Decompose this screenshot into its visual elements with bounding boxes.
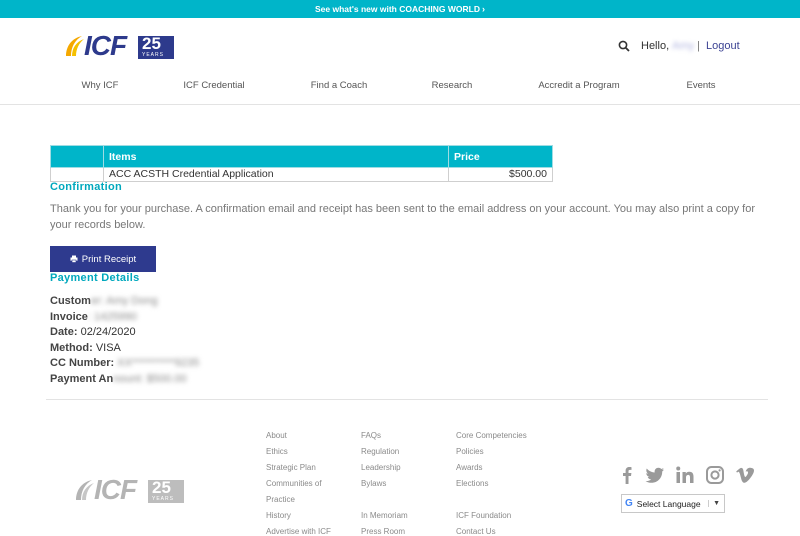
date-row: Date: 02/24/2020 bbox=[50, 326, 136, 339]
date-value: 02/24/2020 bbox=[80, 326, 136, 338]
footer-column-2: FAQs Regulation Leadership Bylaws In Mem… bbox=[361, 428, 408, 536]
google-icon: G bbox=[625, 498, 633, 509]
hello-label: Hello, bbox=[641, 40, 670, 52]
cc-number-row: CC Number: XX**********9235 bbox=[50, 357, 199, 370]
search-icon[interactable] bbox=[618, 40, 630, 52]
date-label: Date: bbox=[50, 326, 78, 338]
banner-text[interactable]: See what's new with COACHING WORLD bbox=[315, 4, 480, 14]
footer-icf-logo[interactable]: ICF 25 YEARS bbox=[72, 474, 184, 505]
payment-amount-row: Payment Annount: $500.00 bbox=[50, 373, 187, 386]
footer-link-icf-foundation[interactable]: ICF Foundation bbox=[456, 508, 527, 524]
invoice-row: Invoice: 1425990 bbox=[50, 311, 137, 324]
row-item: ACC ACSTH Credential Application bbox=[103, 167, 449, 182]
footer-link-communities[interactable]: Communities of bbox=[266, 476, 331, 492]
items-table: Items Price ACC ACSTH Credential Applica… bbox=[50, 145, 553, 182]
footer-link-strategic-plan[interactable]: Strategic Plan bbox=[266, 460, 331, 476]
footer-anniversary-badge: 25 YEARS bbox=[148, 478, 184, 503]
footer-link-core-competencies[interactable]: Core Competencies bbox=[456, 428, 527, 444]
nav-accredit-a-program[interactable]: Accredit a Program bbox=[538, 80, 619, 91]
footer-divider bbox=[46, 399, 768, 400]
nav-divider bbox=[0, 104, 800, 105]
print-receipt-label: Print Receipt bbox=[81, 253, 137, 265]
anniversary-years: YEARS bbox=[142, 52, 164, 58]
instagram-icon[interactable] bbox=[705, 465, 725, 485]
logout-link[interactable]: Logout bbox=[706, 40, 740, 52]
language-select-label: Select Language bbox=[636, 498, 701, 509]
caret-down-icon: ▼ bbox=[708, 500, 720, 507]
footer-link-in-memoriam[interactable]: In Memoriam bbox=[361, 508, 408, 524]
invoice-label: Invoice bbox=[50, 311, 88, 323]
payment-details-title: Payment Details bbox=[50, 272, 140, 284]
linkedin-icon[interactable] bbox=[675, 465, 695, 485]
nav-events[interactable]: Events bbox=[686, 80, 715, 91]
header-price: Price bbox=[448, 145, 553, 168]
main-nav: Why ICF ICF Credential Find a Coach Rese… bbox=[0, 80, 800, 96]
whats-new-banner[interactable]: See what's new with COACHING WORLD › bbox=[0, 0, 800, 18]
footer-link-press-room[interactable]: Press Room bbox=[361, 524, 408, 536]
cc-number-label: CC Number: bbox=[50, 357, 115, 369]
anniversary-badge: 25 YEARS bbox=[138, 34, 174, 59]
cc-number-value: XX**********9235 bbox=[117, 357, 200, 369]
twitter-icon[interactable] bbox=[645, 465, 665, 485]
nav-why-icf[interactable]: Why ICF bbox=[82, 80, 119, 91]
footer-link-elections[interactable]: Elections bbox=[456, 476, 527, 492]
facebook-icon[interactable] bbox=[617, 465, 637, 485]
anniversary-number: 25 bbox=[142, 34, 161, 53]
header-items: Items bbox=[103, 145, 449, 168]
nav-research[interactable]: Research bbox=[432, 80, 473, 91]
nav-find-a-coach[interactable]: Find a Coach bbox=[311, 80, 368, 91]
row-blank bbox=[50, 167, 104, 182]
footer-link-ethics[interactable]: Ethics bbox=[266, 444, 331, 460]
greeting-separator: | bbox=[697, 40, 700, 52]
customer-label: Custom bbox=[50, 295, 91, 307]
vimeo-icon[interactable] bbox=[735, 465, 755, 485]
confirmation-title: Confirmation bbox=[50, 181, 123, 193]
row-price: $500.00 bbox=[448, 167, 553, 182]
footer-logo-text: ICF bbox=[94, 474, 137, 505]
chevron-right-icon: › bbox=[481, 4, 485, 14]
payment-amount-label: Payment An bbox=[50, 373, 114, 385]
footer-link-advertise[interactable]: Advertise with ICF bbox=[266, 524, 331, 536]
method-label: Method: bbox=[50, 342, 93, 354]
footer-link-practice[interactable]: Practice bbox=[266, 492, 331, 508]
user-name: Amy bbox=[672, 40, 695, 52]
table-header-row: Items Price bbox=[50, 145, 553, 168]
footer-link-leadership[interactable]: Leadership bbox=[361, 460, 408, 476]
table-row: ACC ACSTH Credential Application $500.00 bbox=[50, 167, 553, 182]
user-greeting: Hello, Amy | Logout bbox=[641, 40, 740, 53]
footer-link-history[interactable]: History bbox=[266, 508, 331, 524]
footer-link-faqs[interactable]: FAQs bbox=[361, 428, 408, 444]
footer-link-bylaws[interactable]: Bylaws bbox=[361, 476, 408, 492]
method-value: VISA bbox=[95, 342, 121, 354]
invoice-value: : 1425990 bbox=[87, 311, 137, 323]
payment-amount-value: nount: $500.00 bbox=[113, 373, 187, 385]
method-row: Method: VISA bbox=[50, 342, 121, 355]
nav-icf-credential[interactable]: ICF Credential bbox=[183, 80, 244, 91]
print-receipt-button[interactable]: Print Receipt bbox=[50, 246, 156, 272]
footer-link-about[interactable]: About bbox=[266, 428, 331, 444]
customer-row: Customer: Amy Dong bbox=[50, 295, 158, 308]
footer-column-1: About Ethics Strategic Plan Communities … bbox=[266, 428, 331, 536]
header-blank bbox=[50, 145, 104, 168]
footer-link-policies[interactable]: Policies bbox=[456, 444, 527, 460]
language-select[interactable]: G Select Language ▼ bbox=[621, 494, 725, 513]
logo-text: ICF bbox=[84, 30, 127, 61]
footer-column-3: Core Competencies Policies Awards Electi… bbox=[456, 428, 527, 536]
footer-anniversary-number: 25 bbox=[152, 478, 171, 497]
footer-anniversary-years: YEARS bbox=[152, 496, 174, 502]
footer-link-regulation[interactable]: Regulation bbox=[361, 444, 408, 460]
customer-value: er: Amy Dong bbox=[90, 295, 158, 307]
printer-icon bbox=[70, 255, 78, 263]
icf-logo[interactable]: ICF 25 YEARS bbox=[62, 30, 174, 61]
confirmation-message: Thank you for your purchase. A confirmat… bbox=[50, 203, 756, 231]
footer-link-contact-us[interactable]: Contact Us bbox=[456, 524, 527, 536]
footer-link-awards[interactable]: Awards bbox=[456, 460, 527, 476]
